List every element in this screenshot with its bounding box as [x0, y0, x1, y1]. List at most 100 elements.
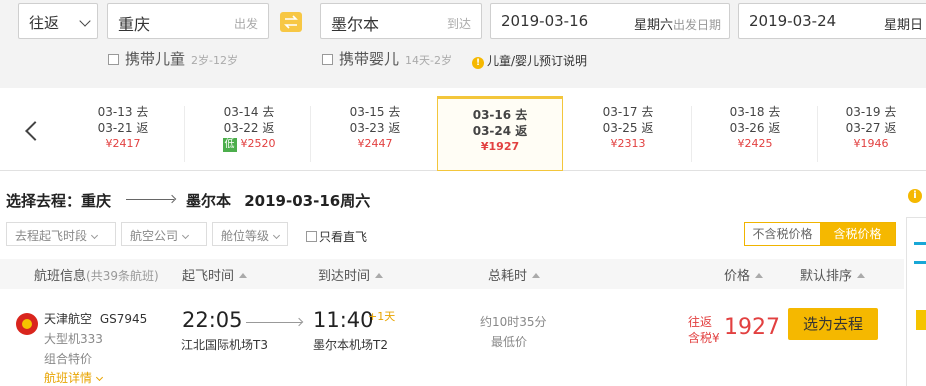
flight-price: 1927 [724, 315, 780, 340]
date-back: 03-25 返 [602, 121, 654, 135]
to-city-hint: 到达 [446, 17, 471, 31]
arrow-right-icon [246, 322, 302, 323]
chevron-down-icon [90, 231, 99, 240]
chevron-down-icon [272, 231, 281, 240]
from-city-value: 重庆 [118, 15, 151, 34]
date-price: ¥2520 [240, 137, 276, 150]
chevron-down-icon [95, 373, 104, 382]
lowest-price-tag: 最低价 [491, 335, 528, 349]
col-label: 到达时间 [318, 269, 371, 284]
direct-only-option[interactable]: 只看直飞 [306, 228, 367, 245]
heading-destination: 墨尔本 2019-03-16周六 [186, 190, 370, 211]
filter-label: 去程起飞时段 [15, 229, 88, 243]
date-go: 03-14 去 [223, 105, 275, 119]
date-go: 03-16 去 [472, 108, 528, 122]
infant-checkbox[interactable] [322, 54, 333, 65]
col-label: 起飞时间 [182, 269, 235, 284]
date-go: 03-19 去 [845, 105, 897, 119]
chevron-down-icon [79, 15, 91, 27]
date-price: ¥2447 [357, 137, 393, 150]
date-go: 03-15 去 [349, 105, 401, 119]
tax-toggle[interactable]: 不含税价格 含税价格 [744, 222, 896, 246]
date-option[interactable]: 03-18 去 03-26 返 ¥2425 [692, 104, 818, 166]
filter-label: 航空公司 [130, 229, 179, 243]
date-option[interactable]: 03-15 去 03-23 返 ¥2447 [312, 104, 438, 166]
route-heading: 选择去程：重庆 [6, 190, 111, 211]
heading-dest-text: 墨尔本 [186, 192, 232, 210]
col-price[interactable]: 价格 [724, 265, 764, 284]
currency-symbol: ¥ [712, 331, 720, 345]
chevron-down-icon [181, 231, 190, 240]
from-city-hint: 出发 [233, 17, 258, 31]
sort-up-icon [755, 273, 764, 278]
direct-only-checkbox[interactable] [306, 231, 317, 242]
swap-cities-button[interactable] [280, 12, 302, 32]
flight-duration: 约10时35分 [480, 315, 547, 329]
arrow-right-icon [126, 199, 174, 200]
col-flight-info: 航班信息(共39条航班) [34, 265, 159, 284]
to-city-input[interactable]: 墨尔本 到达 [320, 3, 482, 39]
col-duration[interactable]: 总耗时 [488, 265, 541, 284]
airline-name-text: 天津航空 [44, 312, 93, 326]
tax-included-option[interactable]: 含税价格 [820, 223, 895, 245]
low-price-badge: 低 [222, 138, 237, 152]
trip-type-select[interactable]: 往返 [18, 3, 98, 39]
booking-note-text: 儿童/婴儿预订说明 [487, 54, 588, 68]
infant-age: 14天-2岁 [405, 54, 452, 67]
date-option[interactable]: 03-13 去 03-21 返 ¥2417 [60, 104, 186, 166]
date-back: 03-27 返 [845, 121, 897, 135]
date-back: 03-23 返 [349, 121, 401, 135]
flight-details-link[interactable]: 航班详情 [44, 369, 104, 386]
col-sort[interactable]: 默认排序 [800, 265, 866, 284]
info-icon: ! [472, 57, 484, 69]
date-back: 03-26 返 [729, 121, 781, 135]
col-label: 默认排序 [800, 269, 853, 284]
date-price: ¥1927 [480, 140, 520, 153]
direct-only-label: 只看直飞 [319, 230, 368, 244]
date-option[interactable]: 03-17 去 03-25 返 ¥2313 [565, 104, 691, 166]
sort-up-icon [532, 273, 541, 278]
child-checkbox[interactable] [108, 54, 119, 65]
depart-time-filter[interactable]: 去程起飞时段 [6, 222, 116, 246]
child-label: 携带儿童 [125, 50, 186, 68]
swap-icon [284, 15, 298, 29]
booking-note-link[interactable]: ! 儿童/婴儿预订说明 [472, 52, 587, 69]
tax-excluded-option[interactable]: 不含税价格 [745, 223, 820, 245]
select-outbound-button[interactable]: 选为去程 [788, 308, 878, 340]
date-go: 03-18 去 [729, 105, 781, 119]
info-icon[interactable]: i [908, 189, 922, 203]
child-option[interactable]: 携带儿童 2岁-12岁 [108, 48, 238, 69]
to-city-value: 墨尔本 [331, 15, 380, 34]
date-price: ¥1946 [853, 137, 889, 150]
heading-date: 2019-03-16周六 [244, 192, 371, 210]
col-label: 航班信息 [34, 269, 87, 284]
filter-label: 舱位等级 [221, 229, 270, 243]
date-go: 03-13 去 [97, 105, 149, 119]
trip-type-value: 往返 [29, 14, 60, 32]
airline-name: 天津航空 GS7945 [44, 310, 147, 327]
depart-weekday: 星期六 [633, 18, 673, 33]
return-date-value: 2019-03-24 [749, 12, 837, 30]
date-option[interactable]: 03-19 去 03-27 返 ¥1946 [816, 104, 926, 166]
cabin-filter[interactable]: 舱位等级 [212, 222, 288, 246]
date-price: ¥2417 [105, 137, 141, 150]
return-date-input[interactable]: 2019-03-24 星期日 [738, 3, 926, 39]
details-label: 航班详情 [44, 371, 93, 385]
col-depart-time[interactable]: 起飞时间 [182, 265, 248, 284]
arrive-airport: 墨尔本机场T2 [313, 338, 388, 352]
fare-type: 组合特价 [44, 352, 93, 366]
date-option[interactable]: 03-14 去 03-22 返 低 ¥2520 [186, 104, 312, 166]
col-arrive-time[interactable]: 到达时间 [318, 265, 384, 284]
airline-filter[interactable]: 航空公司 [121, 222, 207, 246]
depart-date-hint: 出发日期 [672, 18, 721, 32]
price-type-roundtrip: 往返 [688, 315, 713, 329]
date-back: 03-21 返 [97, 121, 149, 135]
day-offset: +1天 [368, 310, 396, 323]
from-city-input[interactable]: 重庆 出发 [107, 3, 269, 39]
infant-option[interactable]: 携带婴儿 14天-2岁 [322, 48, 452, 69]
service-icon [914, 242, 926, 264]
date-option-selected[interactable]: 03-16 去 03-24 返 ¥1927 [437, 96, 563, 171]
child-age: 2岁-12岁 [191, 54, 238, 67]
depart-date-input[interactable]: 2019-03-16 星期六出发日期 [490, 3, 730, 39]
tax-included-label: 含税 [688, 331, 713, 345]
